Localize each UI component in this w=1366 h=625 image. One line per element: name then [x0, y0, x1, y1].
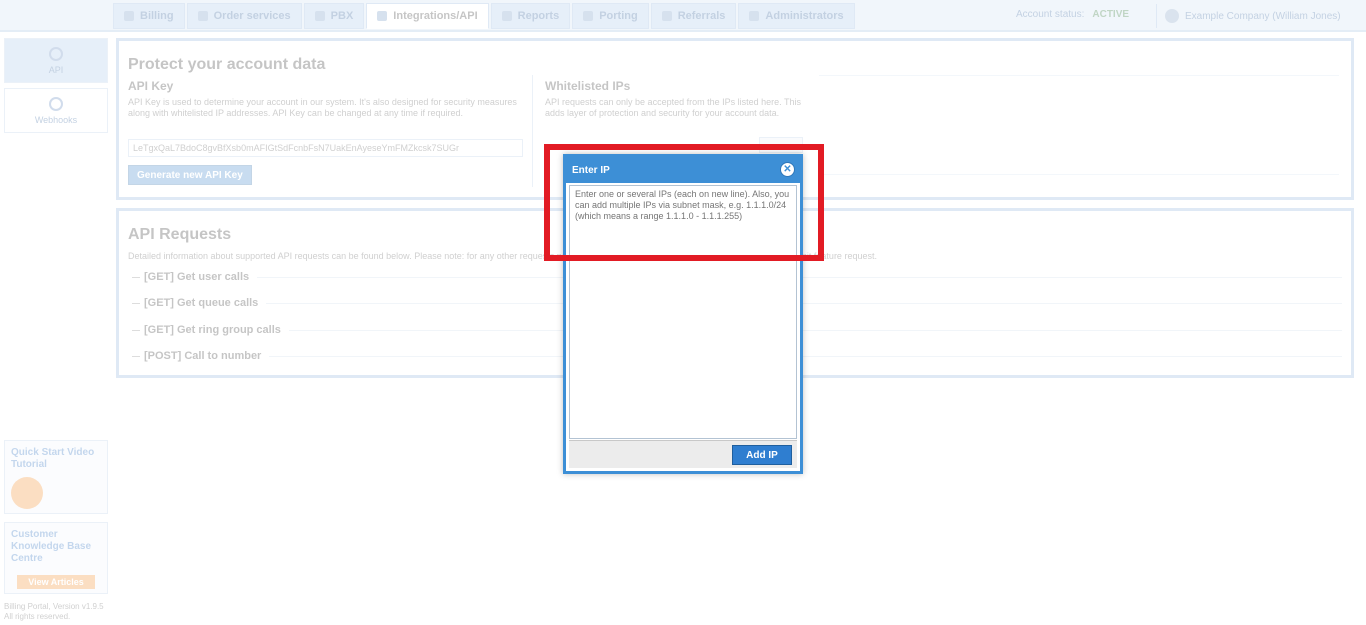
- tab-order-services[interactable]: Order services: [186, 3, 302, 29]
- sidebar-item-api[interactable]: API: [4, 38, 108, 83]
- enter-ip-dialog: Enter IP ✕ Add IP: [563, 154, 803, 474]
- document-icon: [583, 11, 594, 21]
- account-status: Account status: ACTIVE: [1016, 9, 1130, 20]
- tab-billing[interactable]: Billing: [113, 3, 185, 29]
- tab-integrations-api[interactable]: Integrations/API: [366, 3, 489, 29]
- dash-icon: [132, 329, 140, 331]
- dialog-title: Enter IP: [572, 164, 610, 176]
- divider: [532, 75, 533, 187]
- close-icon[interactable]: ✕: [780, 162, 795, 177]
- page-title: Protect your account data: [128, 56, 326, 73]
- api-key-field[interactable]: LeTgxQaL7BdoC8gvBfXsb0mAFIGtSdFcnbFsN7Ua…: [128, 139, 523, 157]
- cart-icon: [197, 11, 208, 21]
- play-icon: [11, 477, 43, 509]
- warning-icon: [661, 11, 672, 21]
- whitelisted-ips-heading: Whitelisted IPs: [545, 79, 631, 93]
- whitelisted-ips-description: API requests can only be accepted from t…: [545, 97, 801, 118]
- wallet-icon: [124, 11, 134, 21]
- quick-start-promo[interactable]: Quick Start Video Tutorial: [4, 440, 108, 514]
- tab-pbx[interactable]: PBX: [303, 3, 365, 29]
- whitelisted-ips-list: [819, 75, 1339, 175]
- pbx-icon: [314, 11, 325, 21]
- dash-icon: [132, 302, 140, 304]
- tab-porting[interactable]: Porting: [572, 3, 649, 29]
- api-requests-title: API Requests: [128, 226, 232, 243]
- dialog-header: Enter IP ✕: [566, 157, 800, 183]
- view-articles-button[interactable]: View Articles: [17, 575, 95, 589]
- person-icon: [749, 11, 760, 21]
- top-navigation-bar: Billing Order services PBX Integrations/…: [0, 0, 1366, 32]
- api-key-heading: API Key: [128, 79, 174, 93]
- tab-reports[interactable]: Reports: [490, 3, 571, 29]
- gear-icon: [377, 11, 388, 21]
- sidebar-item-webhooks[interactable]: Webhooks: [4, 88, 108, 133]
- ip-textarea[interactable]: [569, 185, 797, 439]
- gear-icon: [49, 96, 63, 111]
- status-badge: ACTIVE: [1092, 9, 1130, 20]
- add-ip-trigger-button[interactable]: [759, 137, 803, 153]
- avatar: [1165, 9, 1179, 23]
- dash-icon: [132, 355, 140, 357]
- tab-referrals[interactable]: Referrals: [650, 3, 737, 29]
- generate-api-key-button[interactable]: Generate new API Key: [128, 165, 252, 185]
- globe-icon: [49, 46, 63, 61]
- dash-icon: [132, 276, 140, 278]
- api-key-description: API Key is used to determine your accoun…: [128, 97, 517, 118]
- add-ip-button[interactable]: Add IP: [732, 445, 792, 465]
- footer: Billing Portal, Version v1.9.5 All rights…: [4, 602, 104, 621]
- chart-icon: [501, 11, 512, 21]
- main-tabs: Billing Order services PBX Integrations/…: [113, 3, 855, 29]
- user-menu[interactable]: Example Company (William Jones): [1156, 4, 1341, 28]
- knowledge-base-promo[interactable]: Customer Knowledge Base Centre View Artic…: [4, 522, 108, 594]
- tab-administrators[interactable]: Administrators: [738, 3, 855, 29]
- dialog-footer: Add IP: [569, 440, 797, 468]
